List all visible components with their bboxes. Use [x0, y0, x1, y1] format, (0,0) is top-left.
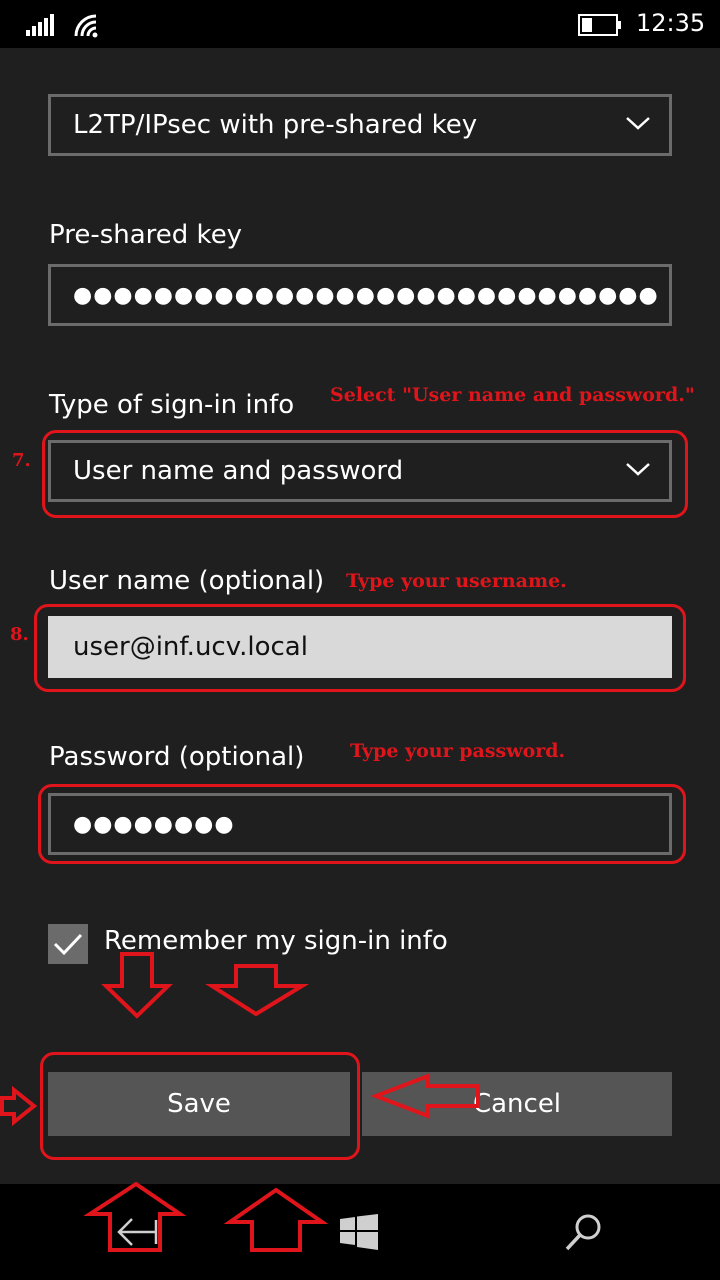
username-input[interactable]: user@inf.ucv.local	[48, 616, 672, 678]
navigation-bar	[0, 1184, 720, 1280]
remember-label: Remember my sign-in info	[104, 926, 448, 956]
preshared-key-input[interactable]: ●●●●●●●●●●●●●●●●●●●●●●●●●●●●●	[48, 264, 672, 326]
password-label: Password (optional)	[49, 742, 305, 772]
signin-type-value: User name and password	[73, 456, 404, 486]
signal-icon	[26, 14, 54, 36]
password-value: ●●●●●●●●	[73, 811, 235, 837]
vpn-settings-form: L2TP/IPsec with pre-shared key Pre-share…	[0, 48, 720, 1184]
status-bar: 12:35	[0, 0, 720, 48]
battery-icon	[578, 14, 621, 36]
cancel-button[interactable]: Cancel	[362, 1072, 672, 1136]
annotation-username-note: Type your username.	[346, 570, 567, 592]
signin-type-dropdown[interactable]: User name and password	[48, 440, 672, 502]
annotation-step-8: 8.	[10, 624, 29, 645]
checkmark-icon	[53, 933, 83, 956]
annotation-step-7: 7.	[12, 450, 31, 471]
windows-icon[interactable]	[340, 1214, 378, 1250]
back-icon[interactable]	[116, 1216, 158, 1248]
wifi-icon	[74, 14, 98, 38]
password-input[interactable]: ●●●●●●●●	[48, 793, 672, 855]
username-label: User name (optional)	[49, 566, 325, 596]
username-value: user@inf.ucv.local	[73, 632, 308, 662]
preshared-key-value: ●●●●●●●●●●●●●●●●●●●●●●●●●●●●●	[73, 282, 659, 308]
clock: 12:35	[636, 9, 706, 37]
chevron-down-icon	[626, 117, 650, 130]
remember-checkbox[interactable]	[48, 924, 88, 964]
vpn-type-value: L2TP/IPsec with pre-shared key	[73, 110, 478, 140]
annotation-select-note: Select "User name and password."	[330, 384, 695, 406]
save-button[interactable]: Save	[48, 1072, 350, 1136]
annotation-password-note: Type your password.	[350, 740, 566, 762]
signin-type-label: Type of sign-in info	[49, 390, 295, 420]
chevron-down-icon	[626, 463, 650, 476]
preshared-key-label: Pre-shared key	[49, 220, 243, 250]
vpn-type-dropdown[interactable]: L2TP/IPsec with pre-shared key	[48, 94, 672, 156]
search-icon[interactable]	[564, 1212, 604, 1252]
